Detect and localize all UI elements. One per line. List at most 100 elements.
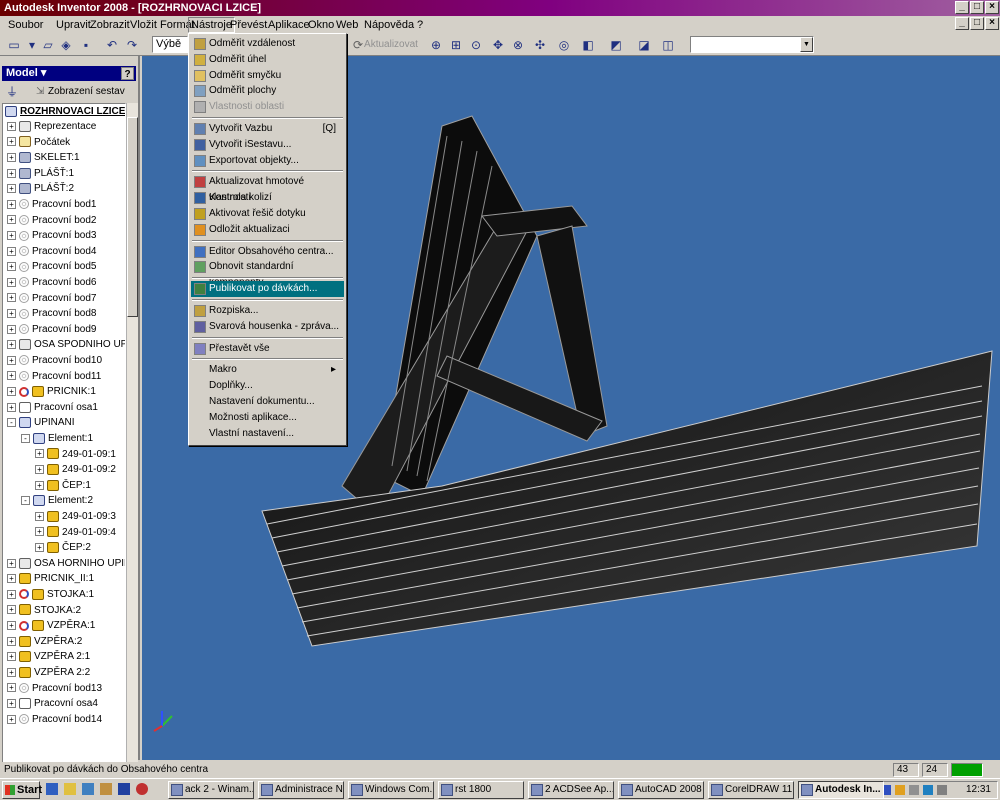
taskbar-task[interactable]: ack 2 - Winam... <box>168 781 254 799</box>
minimize-doc-button[interactable]: _ <box>955 17 969 30</box>
tree-item[interactable]: + OSA SPODNIHO UPI <box>7 337 125 352</box>
tree-item[interactable]: + Pracovní bod8 <box>7 306 97 321</box>
tools-menu-item[interactable]: Editor Obsahového centra... <box>191 244 344 260</box>
expand-icon[interactable]: + <box>35 449 44 459</box>
tools-menu-item[interactable]: Obnovit standardní komponenty... <box>191 259 344 288</box>
tree-scrollbar[interactable] <box>126 103 138 793</box>
taskbar-task[interactable]: Autodesk In... <box>798 781 884 799</box>
zoom-all-icon[interactable]: ⊕ <box>428 37 444 53</box>
menu-napoveda[interactable]: Nápověda <box>362 18 416 32</box>
quicklaunch-save-icon[interactable] <box>118 783 130 795</box>
expand-icon[interactable]: + <box>7 153 16 163</box>
expand-icon[interactable]: + <box>7 121 16 131</box>
expand-icon[interactable]: + <box>7 215 16 225</box>
expand-icon[interactable]: + <box>7 324 16 334</box>
tools-menu-item[interactable]: Aktualizovat hmotové vlastnosti <box>191 174 344 203</box>
tree-item[interactable]: + STOJKA:1 <box>7 587 94 602</box>
tools-menu-item[interactable]: Odměřit vzdálenost <box>191 36 344 52</box>
filter-icon[interactable]: ⏚ <box>6 83 18 101</box>
expand-icon[interactable]: + <box>7 137 16 147</box>
tree-item[interactable]: + OSA HORNIHO UPIN <box>7 556 125 571</box>
color-style-combo[interactable]: ▼ <box>690 36 814 53</box>
menu-vlozit[interactable]: Vložit <box>128 18 159 32</box>
view-icon[interactable]: ⇲ <box>36 83 44 101</box>
close-doc-button[interactable]: × <box>985 17 999 30</box>
expand-icon[interactable]: + <box>7 683 16 693</box>
tree-item[interactable]: + Pracovní bod13 <box>7 681 102 696</box>
expand-icon[interactable]: + <box>7 636 16 646</box>
tree-item[interactable]: + Pracovní bod4 <box>7 244 97 259</box>
tree-item[interactable]: + SKELET:1 <box>7 150 80 165</box>
tree-item[interactable]: + Pracovní bod3 <box>7 228 97 243</box>
tree-item[interactable]: + VZPĚRA:2 <box>7 634 82 649</box>
expand-icon[interactable]: + <box>7 355 16 365</box>
quicklaunch-folder-icon[interactable] <box>64 783 76 795</box>
tree-item[interactable]: - Element:1 <box>21 431 93 446</box>
tree-root[interactable]: ROZHRNOVACI LZICE.iam <box>5 104 125 119</box>
quicklaunch-app-icon[interactable] <box>82 783 94 795</box>
tools-menu-item[interactable]: Odměřit smyčku <box>191 68 344 84</box>
tree-item[interactable]: + Pracovní bod10 <box>7 353 102 368</box>
tree-item[interactable]: + Pracovní bod5 <box>7 259 97 274</box>
taskbar-task[interactable]: AutoCAD 2008 ... <box>618 781 704 799</box>
new-icon[interactable]: ▭ <box>6 37 22 53</box>
expand-icon[interactable]: + <box>35 465 44 475</box>
tree-item[interactable]: + Pracovní bod11 <box>7 369 101 384</box>
tree-item[interactable]: + Pracovní bod1 <box>7 197 97 212</box>
expand-icon[interactable]: + <box>7 387 16 397</box>
quicklaunch-opera-icon[interactable] <box>136 783 148 795</box>
quicklaunch-app2-icon[interactable] <box>100 783 112 795</box>
expand-icon[interactable]: + <box>7 605 16 615</box>
taskbar-task[interactable]: Windows Com... <box>348 781 434 799</box>
zoom-icon[interactable]: ⊙ <box>468 37 484 53</box>
scroll-thumb[interactable] <box>127 117 138 317</box>
tree-item[interactable]: - Element:2 <box>21 493 93 508</box>
volume-icon[interactable] <box>937 785 947 795</box>
tree-item[interactable]: + Reprezentace <box>7 119 96 134</box>
tree-item[interactable]: +249-01-09:1 <box>35 447 116 462</box>
quicklaunch-ie-icon[interactable] <box>46 783 58 795</box>
tools-menu-item[interactable]: Odměřit úhel <box>191 52 344 68</box>
menu-zobrazit[interactable]: Zobrazit <box>88 18 132 32</box>
tools-menu-item[interactable]: Rozpiska... <box>191 303 344 319</box>
tree-item[interactable]: + VZPĚRA 2:2 <box>7 665 90 680</box>
expand-icon[interactable]: + <box>7 574 16 584</box>
undo-icon[interactable]: ↶ <box>104 37 120 53</box>
tools-menu-item[interactable]: Vlastní nastavení... <box>191 426 344 442</box>
tree-item[interactable]: + Pracovní bod9 <box>7 322 97 337</box>
taskbar-task[interactable]: 2 ACDSee Ap... <box>528 781 614 799</box>
expand-icon[interactable]: + <box>7 277 16 287</box>
tree-item[interactable]: + PLÁŠŤ:2 <box>7 181 74 196</box>
tree-item[interactable]: + Pracovní osa4 <box>7 696 98 711</box>
menu-prevest[interactable]: Převést <box>228 18 269 32</box>
start-button[interactable]: Start <box>2 781 42 799</box>
minimize-button[interactable]: _ <box>955 1 969 14</box>
expand-icon[interactable]: + <box>7 262 16 272</box>
expand-icon[interactable]: + <box>35 480 44 490</box>
expand-icon[interactable]: + <box>7 699 16 709</box>
expand-icon[interactable]: + <box>7 667 16 677</box>
tray-icon-6[interactable] <box>923 785 933 795</box>
menu-web[interactable]: Web <box>334 18 360 32</box>
tree-item[interactable]: + Pracovní bod14 <box>7 712 102 727</box>
select-combo[interactable]: Výbě <box>152 36 188 53</box>
expand-icon[interactable]: + <box>7 246 16 256</box>
maximize-button[interactable]: □ <box>970 1 984 14</box>
expand-icon[interactable]: + <box>35 543 44 553</box>
collapse-icon[interactable]: - <box>21 496 30 506</box>
expand-icon[interactable]: + <box>7 621 16 631</box>
expand-icon[interactable]: + <box>7 184 16 194</box>
tree-item[interactable]: + ČEP:2 <box>35 540 91 555</box>
tools-menu-item[interactable]: Kontrola kolizí <box>191 190 344 206</box>
tools-menu-item[interactable]: Vytvořit iSestavu... <box>191 137 344 153</box>
project-icon[interactable]: ◈ <box>58 37 74 53</box>
expand-icon[interactable]: + <box>35 511 44 521</box>
expand-icon[interactable]: + <box>7 589 16 599</box>
tree-item[interactable]: - UPINANI <box>7 415 75 430</box>
tree-item[interactable]: + Pracovní osa1 <box>7 400 98 415</box>
taskbar-task[interactable]: Administrace N... <box>258 781 344 799</box>
tray-icon-4[interactable] <box>895 785 905 795</box>
expand-icon[interactable]: + <box>7 714 16 724</box>
expand-icon[interactable]: + <box>7 199 16 209</box>
tools-menu-item[interactable]: Přestavět vše <box>191 341 344 357</box>
